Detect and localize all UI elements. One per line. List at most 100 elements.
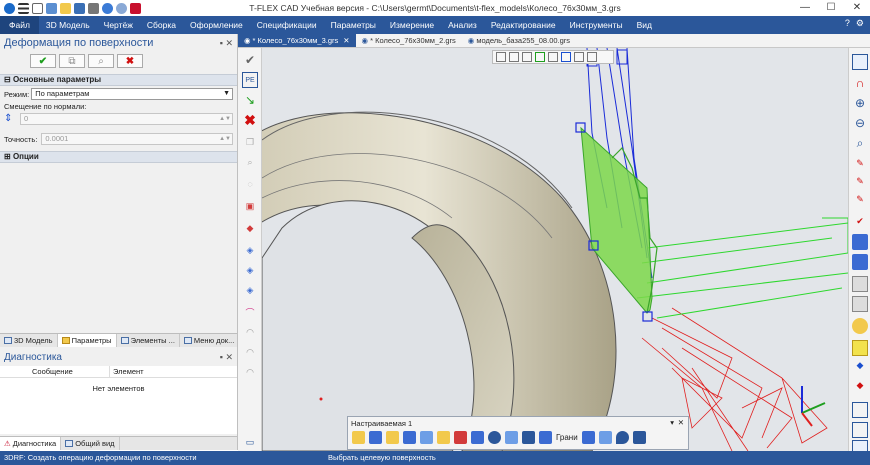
menu-parameters[interactable]: Параметры <box>324 16 383 34</box>
doc-tab[interactable]: ◉ * Колесо_76х30мм_2.grs <box>356 34 462 47</box>
filter-icon[interactable] <box>496 52 506 62</box>
window-layout-icon[interactable] <box>852 54 868 70</box>
menu-icon[interactable] <box>18 2 29 14</box>
view-icon[interactable]: ✎ <box>852 194 868 210</box>
doc-tab-active[interactable]: ◉ * Колесо_76х30мм_3.grs ✕ <box>238 34 356 47</box>
chamfer-icon[interactable] <box>471 431 484 444</box>
normal-direction-icon[interactable]: ⇕ <box>4 113 16 125</box>
box-solid-icon[interactable] <box>598 431 612 444</box>
cube-icon[interactable] <box>852 254 868 270</box>
face-icon[interactable]: ◆ <box>242 220 258 236</box>
extrude-icon[interactable] <box>352 431 365 444</box>
parameters-icon[interactable]: PE <box>242 72 258 88</box>
model-scene[interactable] <box>262 48 848 451</box>
apply-icon[interactable]: ✔ <box>242 52 258 68</box>
menu-assembly[interactable]: Сборка <box>140 16 183 34</box>
sweep-icon[interactable] <box>403 431 416 444</box>
deform-icon[interactable]: ⌒ <box>242 304 258 320</box>
print-icon[interactable] <box>88 2 99 14</box>
filter-icon[interactable] <box>522 52 532 62</box>
diagnostics-pin-icon[interactable]: ▪ ✕ <box>220 352 233 363</box>
fillet-icon[interactable] <box>454 431 467 444</box>
menu-drawing[interactable]: Чертёж <box>97 16 140 34</box>
spinner-icon[interactable]: ▲▼ <box>219 134 231 144</box>
view-icon[interactable]: ✎ <box>852 158 868 174</box>
tab-3d-model[interactable]: 3D Модель <box>0 334 58 347</box>
toolbar-close-icon[interactable]: ✕ <box>678 418 684 427</box>
zoom-fit-icon[interactable]: ⌕ <box>852 136 868 152</box>
cancel-icon[interactable]: ✖ <box>242 112 258 128</box>
menu-edit[interactable]: Редактирование <box>484 16 563 34</box>
cylinder-icon[interactable] <box>581 431 595 444</box>
menu-tools[interactable]: Инструменты <box>563 16 630 34</box>
save-icon[interactable] <box>74 2 85 14</box>
filter-icon[interactable] <box>548 52 558 62</box>
tab-diagnostics[interactable]: ⚠ Диагностика <box>0 437 62 450</box>
menu-file[interactable]: Файл <box>0 16 39 34</box>
menu-measure[interactable]: Измерение <box>383 16 441 34</box>
faces-label[interactable]: Грани <box>556 433 578 442</box>
zoom-in-icon[interactable]: ⊕ <box>852 96 868 112</box>
tab-overview[interactable]: Общий вид <box>61 437 120 450</box>
open-file-icon[interactable] <box>60 2 71 14</box>
section-options[interactable]: ⊞ Опции <box>0 151 237 163</box>
curve-3-icon[interactable]: ◠ <box>242 364 258 380</box>
cube-icon[interactable] <box>852 234 868 250</box>
rotate-icon[interactable] <box>369 431 382 444</box>
solid-icon[interactable]: ▣ <box>242 198 258 214</box>
filter-icon[interactable] <box>509 52 519 62</box>
spinner-icon[interactable]: ▲▼ <box>219 114 231 124</box>
close-button[interactable]: ✕ <box>844 0 870 16</box>
col-message[interactable]: Сообщение <box>0 366 110 377</box>
diamond-icon[interactable]: ◆ <box>852 360 868 376</box>
curve-1-icon[interactable]: ◠ <box>242 324 258 340</box>
shape-icon[interactable]: ◆ <box>852 380 868 396</box>
view-icon[interactable]: ✎ <box>852 176 868 192</box>
new-3d-icon[interactable] <box>46 2 57 14</box>
sphere-icon[interactable] <box>852 318 868 334</box>
box-icon[interactable] <box>852 296 868 312</box>
redo-icon[interactable] <box>116 2 127 14</box>
menu-view[interactable]: Вид <box>630 16 659 34</box>
help-icon[interactable]: ? <box>845 18 850 29</box>
curve-2-icon[interactable]: ◠ <box>242 344 258 360</box>
ok-button[interactable]: ✔ <box>30 54 56 68</box>
menu-specifications[interactable]: Спецификации <box>250 16 324 34</box>
boolean-icon[interactable] <box>437 431 450 444</box>
filter-icon[interactable] <box>587 52 597 62</box>
mirror-icon[interactable] <box>539 431 552 444</box>
array-icon[interactable] <box>522 431 535 444</box>
select-button[interactable]: ⌕ <box>88 54 114 68</box>
mode-select[interactable]: По параметрам ▼ <box>31 88 233 100</box>
close-icon[interactable]: ✕ <box>343 34 349 48</box>
doc-tab[interactable]: ◉ модель_база255_08.00.grs <box>462 34 576 47</box>
layout-icon[interactable]: ▭ <box>242 434 258 450</box>
menu-annotation[interactable]: Оформление <box>183 16 250 34</box>
copy-icon[interactable]: ❐ <box>242 134 258 150</box>
tab-doc-menu[interactable]: Меню док... <box>180 334 240 347</box>
thread-icon[interactable] <box>488 431 501 444</box>
new-file-icon[interactable] <box>32 2 43 14</box>
offset-input[interactable]: 0 ▲▼ <box>20 113 233 125</box>
properties-icon[interactable] <box>130 2 141 14</box>
export-icon[interactable] <box>852 422 868 438</box>
panel-pin-icon[interactable]: ▪ ✕ <box>220 38 233 49</box>
selection-handle[interactable] <box>642 311 653 322</box>
face-1-icon[interactable]: ◈ <box>242 242 258 258</box>
toolbar-menu-icon[interactable]: ▾ <box>670 418 674 427</box>
surface-icon[interactable]: ◌ <box>242 176 258 192</box>
col-element[interactable]: Элемент <box>110 366 144 377</box>
tab-elements[interactable]: Элементы ... <box>117 334 180 347</box>
tab-parameters[interactable]: Параметры <box>57 334 117 347</box>
minimize-button[interactable]: — <box>792 0 818 16</box>
section-main-params[interactable]: ⊟ Основные параметры <box>0 74 237 86</box>
magnet-icon[interactable]: ∩ <box>852 76 868 92</box>
cancel-button[interactable]: ✖ <box>117 54 143 68</box>
filter-icon[interactable] <box>574 52 584 62</box>
box-icon[interactable] <box>852 276 868 292</box>
shell-icon[interactable] <box>505 431 518 444</box>
pipe-icon[interactable] <box>420 431 433 444</box>
check-icon[interactable]: ✔ <box>852 216 868 232</box>
undo-icon[interactable] <box>102 2 113 14</box>
face-3-icon[interactable]: ◈ <box>242 282 258 298</box>
